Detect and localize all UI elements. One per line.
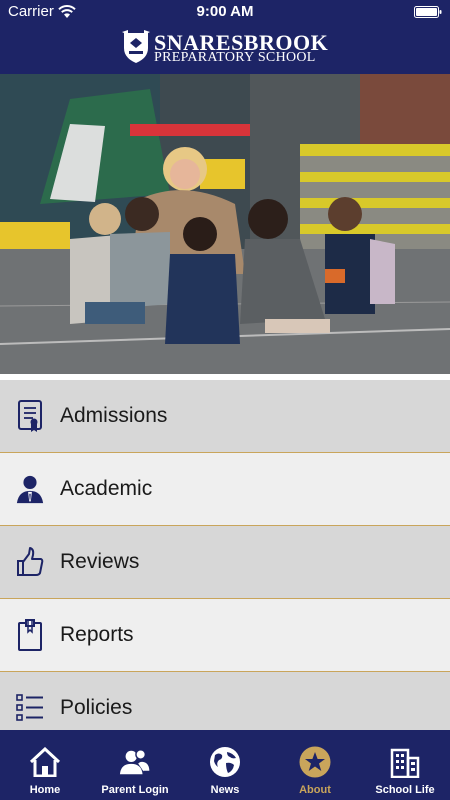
menu-item-label: Academic	[60, 477, 153, 500]
globe-icon	[209, 746, 241, 778]
people-icon	[119, 746, 151, 778]
menu-list: Admissions Academic Reviews Reports Poli…	[0, 380, 450, 730]
tab-parent-login[interactable]: Parent Login	[90, 730, 180, 800]
menu-item-label: Reviews	[60, 550, 140, 573]
status-time: 9:00 AM	[196, 3, 254, 20]
tab-about[interactable]: About	[270, 730, 360, 800]
hero-photo	[0, 74, 450, 374]
school-logo: SNARESBROOK PREPARATORY SCHOOL	[122, 30, 332, 66]
tab-label: Home	[29, 784, 61, 796]
tab-school-life[interactable]: School Life	[360, 730, 450, 800]
tab-label: School Life	[375, 784, 435, 796]
list-icon	[15, 691, 45, 725]
star-icon	[299, 746, 331, 778]
photo-teacher-with-children-in-playground	[0, 74, 450, 374]
menu-item-reports[interactable]: Reports	[0, 599, 450, 672]
building-icon	[389, 746, 421, 778]
menu-item-admissions[interactable]: Admissions	[0, 380, 450, 453]
person-icon	[15, 472, 45, 506]
tab-label: About	[299, 784, 331, 796]
tab-label: News	[210, 784, 240, 796]
menu-item-label: Reports	[60, 623, 134, 646]
battery-icon	[414, 6, 442, 18]
crest-icon	[122, 30, 150, 63]
certificate-icon	[15, 399, 45, 433]
menu-item-label: Policies	[60, 696, 133, 719]
menu-item-label: Admissions	[60, 404, 168, 427]
menu-item-policies[interactable]: Policies	[0, 672, 450, 730]
header-bar: Carrier 9:00 AM SNARESBROOK PREPARATORY …	[0, 0, 450, 74]
logo-subtitle: PREPARATORY SCHOOL	[154, 50, 316, 65]
thumbs-up-icon	[15, 545, 45, 579]
menu-item-reviews[interactable]: Reviews	[0, 526, 450, 599]
tab-home[interactable]: Home	[0, 730, 90, 800]
home-icon	[29, 746, 61, 778]
tab-news[interactable]: News	[180, 730, 270, 800]
tab-label: Parent Login	[101, 784, 169, 796]
menu-item-academic[interactable]: Academic	[0, 453, 450, 526]
status-bar: Carrier 9:00 AM	[0, 0, 450, 24]
clipboard-icon	[15, 618, 45, 652]
tab-bar: Home Parent Login News About School Life	[0, 730, 450, 800]
